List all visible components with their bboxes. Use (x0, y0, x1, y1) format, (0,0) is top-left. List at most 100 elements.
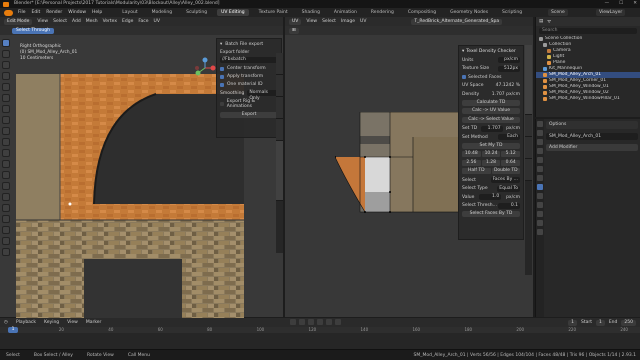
3d-viewport[interactable]: Edit Mode View Select Add Mesh Vertex Ed… (0, 17, 283, 318)
preset-button[interactable]: 5.12 (501, 151, 521, 157)
uv-menu-select[interactable]: Select (322, 19, 336, 24)
preset-button[interactable]: 10.24 (481, 151, 501, 157)
timeline-playback-menu[interactable]: Playback (16, 320, 36, 325)
shrink-tool-icon[interactable] (2, 226, 10, 234)
uv-menu-view[interactable]: View (306, 19, 317, 24)
select-box-tool-icon[interactable] (2, 39, 10, 47)
outliner-display-icon[interactable]: ▤ (539, 19, 543, 24)
tab-texel-density[interactable] (525, 45, 532, 115)
view-layer-icon[interactable] (537, 148, 543, 154)
tab-layout[interactable]: Layout (118, 9, 141, 16)
spin-tool-icon[interactable] (2, 193, 10, 201)
double-td-button[interactable]: Double TD (491, 168, 520, 174)
tab-texture-paint[interactable]: Texture Paint (255, 9, 292, 16)
navigation-gizmo[interactable] (194, 57, 216, 79)
tool-settings-icon[interactable] (537, 121, 543, 127)
select-faces-by-td-button[interactable]: Select Faces By TD (462, 211, 520, 217)
current-frame-field[interactable]: 1 (568, 319, 577, 326)
wrench-icon[interactable] (537, 184, 543, 190)
knife-tool-icon[interactable] (2, 171, 10, 179)
menu-file[interactable]: File (18, 10, 26, 15)
bevel-tool-icon[interactable] (2, 149, 10, 157)
menu-edge[interactable]: Edge (122, 19, 133, 24)
rip-tool-icon[interactable] (2, 248, 10, 256)
tab-view[interactable] (276, 97, 283, 119)
particles-icon[interactable] (537, 193, 543, 199)
preset-button[interactable]: 0.64 (501, 159, 521, 166)
select-dropdown[interactable]: Faces By ... (490, 177, 520, 183)
mode-selector[interactable]: Edit Mode (4, 18, 33, 25)
move-tool-icon[interactable] (2, 61, 10, 69)
tab-modeling[interactable]: Modeling (148, 9, 176, 16)
tab-geometry-nodes[interactable]: Geometry Nodes (446, 9, 492, 16)
edge-slide-tool-icon[interactable] (2, 215, 10, 223)
next-keyframe-icon[interactable] (326, 319, 332, 325)
menu-edit[interactable]: Edit (32, 10, 41, 15)
scale-tool-icon[interactable] (2, 83, 10, 91)
set-my-td-button[interactable]: Set My TD (462, 142, 520, 149)
tab-shading[interactable]: Shading (298, 9, 324, 16)
transform-tool-icon[interactable] (2, 94, 10, 102)
timeline-view-menu[interactable]: View (67, 320, 78, 325)
tab-uv-tool[interactable] (525, 115, 532, 137)
one-material-checkbox[interactable] (220, 82, 224, 87)
tab-animation[interactable]: Animation (330, 9, 361, 16)
end-frame-field[interactable]: 250 (621, 319, 636, 326)
view-layer-selector[interactable]: ViewLayer (596, 9, 626, 16)
shear-tool-icon[interactable] (2, 237, 10, 245)
cursor-tool-icon[interactable] (2, 50, 10, 58)
prev-keyframe-icon[interactable] (299, 319, 305, 325)
set-td-field[interactable]: 1.707 (480, 125, 503, 132)
outliner-item[interactable]: SM_Mod_Alley_WindowPillar_01 (536, 96, 640, 102)
preset-button[interactable]: 1.28 (481, 159, 501, 166)
tab-item[interactable] (276, 53, 283, 75)
texture-size-dropdown[interactable]: 512px (498, 65, 520, 72)
play-icon[interactable] (317, 319, 323, 325)
uv-menu-image[interactable]: Image (341, 19, 355, 24)
timeline-area[interactable]: 0 20 40 60 80 100 120 140 160 180 200 22… (0, 327, 640, 349)
timeline-editor-icon[interactable]: ◷ (4, 320, 8, 325)
tab-uv-view[interactable] (525, 137, 532, 159)
half-td-button[interactable]: Half TD (462, 168, 491, 174)
tab-fbx-batch-export[interactable] (276, 141, 283, 201)
close-button[interactable]: ✕ (633, 0, 637, 8)
properties-object-name[interactable]: SM_Mod_Alley_Arch_01 (546, 133, 638, 140)
menu-face[interactable]: Face (138, 19, 148, 24)
selected-faces-checkbox[interactable] (462, 75, 466, 79)
menu-window[interactable]: Window (68, 10, 86, 15)
data-icon[interactable] (537, 220, 543, 226)
smoothing-dropdown[interactable]: Normals Only (247, 90, 278, 101)
preset-button[interactable]: 2.56 (462, 159, 481, 166)
add-modifier-button[interactable]: Add Modifier (546, 144, 638, 151)
menu-render[interactable]: Render (46, 10, 62, 15)
tab-uv-image[interactable] (525, 159, 532, 181)
timeline-marker-menu[interactable]: Marker (86, 320, 102, 325)
blender-menu-icon[interactable] (4, 9, 13, 16)
jump-start-icon[interactable] (290, 319, 296, 325)
menu-add[interactable]: Add (72, 19, 81, 24)
units-dropdown[interactable]: px/cm (498, 57, 520, 63)
object-icon[interactable] (537, 175, 543, 181)
filter-icon[interactable]: ⛛ (547, 19, 551, 25)
playhead[interactable]: 1 (8, 327, 18, 333)
export-button[interactable]: Export (220, 112, 278, 118)
apply-transform-checkbox[interactable] (220, 74, 224, 79)
tab-uv-editing[interactable]: UV Editing (217, 9, 249, 16)
preset-button[interactable]: 10.48 (462, 151, 481, 157)
menu-uv[interactable]: UV (154, 19, 160, 24)
threshold-field[interactable]: 0.1 (498, 202, 520, 209)
scene-selector[interactable]: Scene (548, 9, 568, 16)
outliner-search[interactable]: Search (539, 28, 637, 34)
menu-help[interactable]: Help (92, 10, 102, 15)
select-type-dropdown[interactable]: Equal To (497, 185, 520, 192)
export-folder-field[interactable]: //Fbxbatch (220, 57, 278, 63)
annotate-tool-icon[interactable] (2, 105, 10, 113)
render-icon[interactable] (537, 130, 543, 136)
calculate-td-button[interactable]: Calculate TD (462, 99, 520, 106)
loop-cut-tool-icon[interactable] (2, 160, 10, 168)
export-rig-checkbox[interactable] (220, 102, 224, 106)
measure-tool-icon[interactable] (2, 116, 10, 124)
tab-edit[interactable] (276, 119, 283, 141)
tab-scripting[interactable]: Scripting (498, 9, 526, 16)
smooth-tool-icon[interactable] (2, 204, 10, 212)
